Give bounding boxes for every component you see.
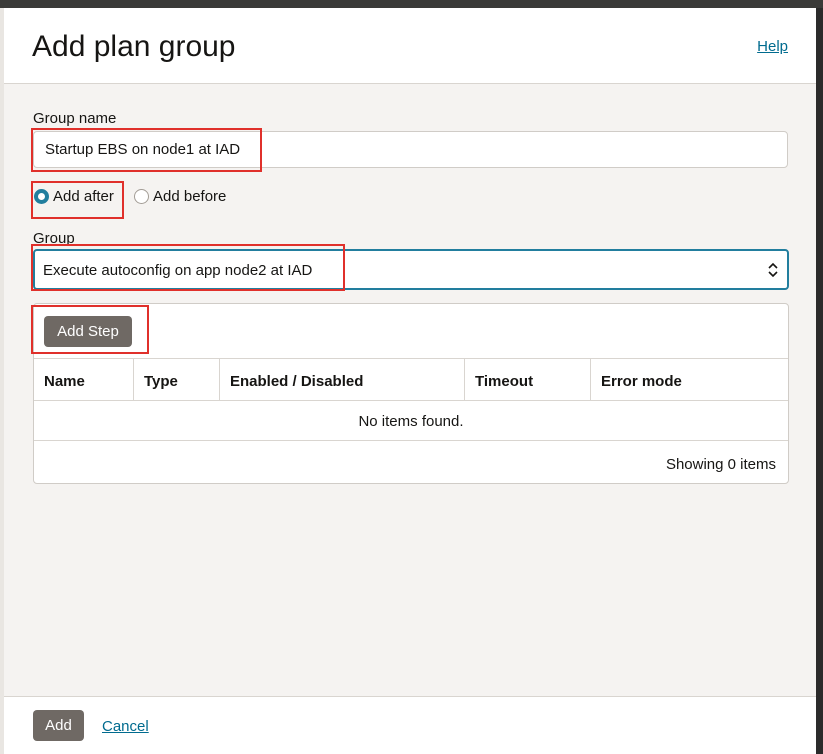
dialog-header: Add plan group Help — [4, 8, 816, 84]
column-header-timeout[interactable]: Timeout — [465, 359, 591, 400]
dialog-title: Add plan group — [32, 30, 236, 63]
column-header-enabled[interactable]: Enabled / Disabled — [220, 359, 465, 400]
showing-items-count: Showing 0 items — [665, 456, 776, 473]
table-header-row: Name Type Enabled / Disabled Timeout Err… — [34, 358, 788, 401]
group-label: Group — [33, 230, 75, 247]
radio-add-after-label: Add after — [53, 188, 114, 205]
chevron-up-down-icon — [768, 262, 778, 278]
empty-table-message: No items found. — [34, 401, 788, 441]
add-plan-group-dialog: Add plan group Help Group name Add after… — [4, 8, 816, 754]
dialog-footer: Add Cancel — [4, 696, 816, 754]
background-scrollbar — [816, 8, 823, 754]
steps-table-panel: Add Step Name Type Enabled / Disabled Ti… — [33, 303, 789, 484]
group-select-value: Execute autoconfig on app node2 at IAD — [43, 262, 313, 279]
group-select[interactable]: Execute autoconfig on app node2 at IAD — [33, 249, 789, 290]
radio-add-before[interactable]: Add before — [134, 188, 226, 205]
group-name-label: Group name — [33, 110, 117, 127]
add-step-button[interactable]: Add Step — [44, 316, 132, 347]
radio-checked-icon[interactable] — [34, 189, 49, 204]
add-button[interactable]: Add — [33, 710, 84, 741]
background-app-top — [0, 0, 823, 8]
radio-add-before-label: Add before — [153, 188, 227, 205]
radio-unchecked-icon[interactable] — [134, 189, 149, 204]
column-header-error-mode[interactable]: Error mode — [591, 359, 788, 400]
column-header-name[interactable]: Name — [34, 359, 134, 400]
group-name-input[interactable] — [33, 131, 788, 168]
help-link[interactable]: Help — [757, 38, 788, 55]
cancel-link[interactable]: Cancel — [102, 718, 149, 735]
column-header-type[interactable]: Type — [134, 359, 220, 400]
radio-add-after[interactable]: Add after — [34, 188, 114, 205]
